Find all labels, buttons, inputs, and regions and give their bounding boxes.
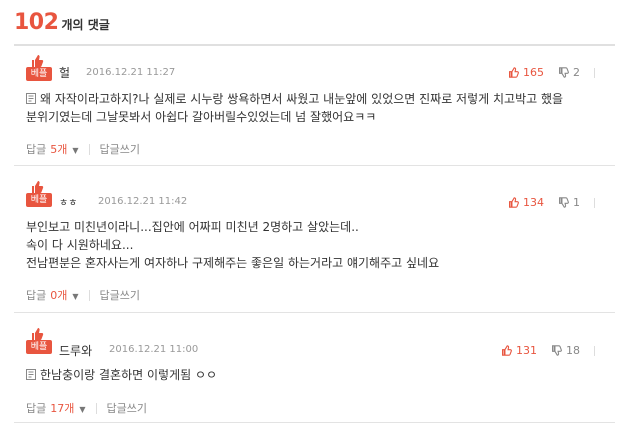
reply-bar: 답글 17개 ▼ 답글쓰기 — [26, 400, 147, 416]
dislike-button[interactable]: 2 — [558, 66, 580, 79]
document-icon — [26, 93, 36, 104]
comment-body: 부인보고 미친년이라니...집안에 어짜피 미친년 2명하고 살았는데.. 속이… — [26, 218, 603, 272]
comment-body: 한남충이랑 결혼하면 이렇게됨 ㅇㅇ — [26, 366, 603, 384]
write-reply-button[interactable]: 답글쓰기 — [100, 141, 140, 157]
chevron-down-icon: ▼ — [79, 405, 86, 414]
thumbs-down-icon — [559, 197, 569, 208]
comment-count-suffix: 개의 댓글 — [61, 18, 110, 32]
comments-header: 102 개의 댓글 — [14, 10, 110, 40]
best-badge: 베플 — [26, 180, 52, 207]
comment-count: 102 — [14, 10, 59, 35]
best-badge: 베플 — [26, 54, 52, 81]
comment-line: 전남편분은 혼자사는게 여자하나 구제해주는 좋은일 하는거라고 얘기해주고 싶… — [26, 256, 440, 270]
vote-area: 165 2 — [508, 66, 595, 79]
comment-divider — [14, 422, 615, 423]
header-divider — [14, 44, 615, 46]
reply-divider — [95, 402, 97, 414]
reply-count: 5개 — [50, 143, 68, 156]
comment-date: 2016.12.21 11:27 — [86, 67, 176, 78]
comment-line: 왜 자작이라고하지?나 실제로 시누랑 쌍욕하면서 싸웠고 내눈앞에 있었으면 … — [26, 90, 603, 108]
comment-body: 왜 자작이라고하지?나 실제로 시누랑 쌍욕하면서 싸웠고 내눈앞에 있었으면 … — [26, 90, 603, 126]
write-reply-button[interactable]: 답글쓰기 — [100, 287, 140, 303]
vote-divider — [594, 197, 595, 208]
vote-divider — [594, 67, 595, 78]
like-count: 131 — [516, 344, 537, 357]
chevron-down-icon: ▼ — [72, 292, 79, 301]
like-count: 165 — [523, 66, 544, 79]
best-badge: 베플 — [26, 327, 52, 354]
reply-bar: 답글 5개 ▼ 답글쓰기 — [26, 141, 140, 157]
comment-item: 베플 드루와 2016.12.21 11:00 131 18 한남충이랑 결혼하… — [14, 313, 615, 423]
thumbs-up-icon — [32, 328, 44, 340]
thumbs-up-icon — [509, 67, 519, 78]
thumbs-up-icon — [509, 197, 519, 208]
comment-author[interactable]: 헐 — [59, 64, 70, 81]
vote-area: 134 1 — [508, 196, 595, 209]
thumbs-up-icon — [502, 345, 512, 356]
dislike-count: 1 — [573, 196, 580, 209]
like-button[interactable]: 165 — [508, 66, 544, 79]
comment-line: 분위기였는데 그날못봐서 아쉽다 갈아버릴수있었는데 넘 잘했어요ㅋㅋ — [26, 110, 377, 124]
reply-bar: 답글 0개 ▼ 답글쓰기 — [26, 287, 140, 303]
reply-count: 0개 — [50, 289, 68, 302]
reply-divider — [88, 143, 90, 155]
comment-item: 베플 헐 2016.12.21 11:27 165 2 왜 자작이라고하지?나 … — [14, 48, 615, 166]
comment-date: 2016.12.21 11:42 — [98, 196, 188, 207]
dislike-button[interactable]: 18 — [551, 344, 580, 357]
thumbs-up-icon — [32, 181, 44, 193]
dislike-count: 2 — [573, 66, 580, 79]
like-button[interactable]: 134 — [508, 196, 544, 209]
vote-area: 131 18 — [501, 344, 595, 357]
best-tag: 베플 — [26, 193, 52, 207]
comment-line: 부인보고 미친년이라니...집안에 어짜피 미친년 2명하고 살았는데.. — [26, 220, 359, 234]
like-count: 134 — [523, 196, 544, 209]
chevron-down-icon: ▼ — [72, 146, 79, 155]
thumbs-down-icon — [559, 67, 569, 78]
thumbs-up-icon — [32, 55, 44, 67]
vote-divider — [594, 345, 595, 356]
write-reply-button[interactable]: 답글쓰기 — [107, 400, 147, 416]
comment-date: 2016.12.21 11:00 — [109, 344, 199, 355]
dislike-button[interactable]: 1 — [558, 196, 580, 209]
reply-divider — [88, 289, 90, 301]
reply-toggle[interactable]: 답글 0개 ▼ — [26, 287, 79, 303]
thumbs-down-icon — [552, 345, 562, 356]
document-icon — [26, 369, 36, 380]
reply-count: 17개 — [50, 402, 75, 415]
best-tag: 베플 — [26, 340, 52, 354]
comment-line: 한남충이랑 결혼하면 이렇게됨 ㅇㅇ — [26, 366, 603, 384]
comment-author[interactable]: ㅎㅎ — [59, 194, 77, 209]
comment-author[interactable]: 드루와 — [59, 342, 92, 359]
reply-toggle[interactable]: 답글 5개 ▼ — [26, 141, 79, 157]
dislike-count: 18 — [566, 344, 580, 357]
best-tag: 베플 — [26, 67, 52, 81]
comment-item: 베플 ㅎㅎ 2016.12.21 11:42 134 1 부인보고 미친년이라니… — [14, 166, 615, 313]
comment-line: 속이 다 시원하네요... — [26, 238, 134, 252]
like-button[interactable]: 131 — [501, 344, 537, 357]
reply-toggle[interactable]: 답글 17개 ▼ — [26, 400, 86, 416]
